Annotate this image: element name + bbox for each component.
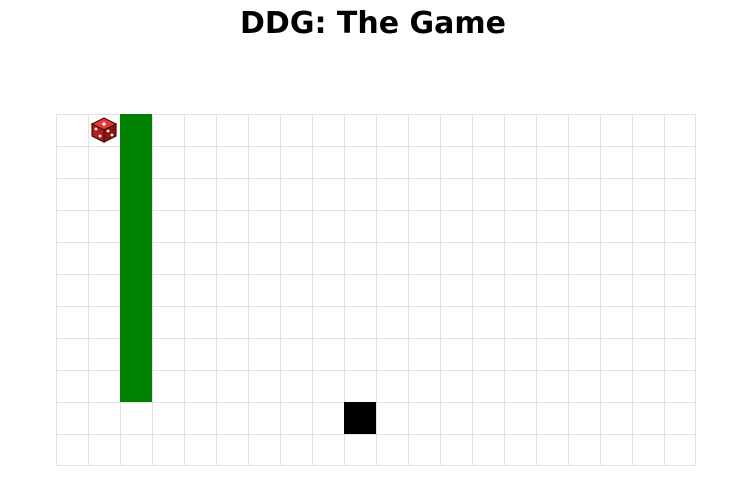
snake-segment: [120, 242, 152, 274]
game-board[interactable]: [56, 114, 696, 466]
snake-segment: [120, 146, 152, 178]
game-page: DDG: The Game: [0, 0, 746, 489]
snake-segment: [120, 306, 152, 338]
snake-segment: [120, 274, 152, 306]
food-block: [344, 402, 376, 434]
snake-segment: [120, 178, 152, 210]
snake-segment: [120, 210, 152, 242]
page-title: DDG: The Game: [240, 6, 506, 41]
snake-segment: [120, 338, 152, 370]
snake-segment: [120, 114, 152, 146]
snake-segment: [120, 370, 152, 402]
dice-icon: [90, 116, 118, 149]
